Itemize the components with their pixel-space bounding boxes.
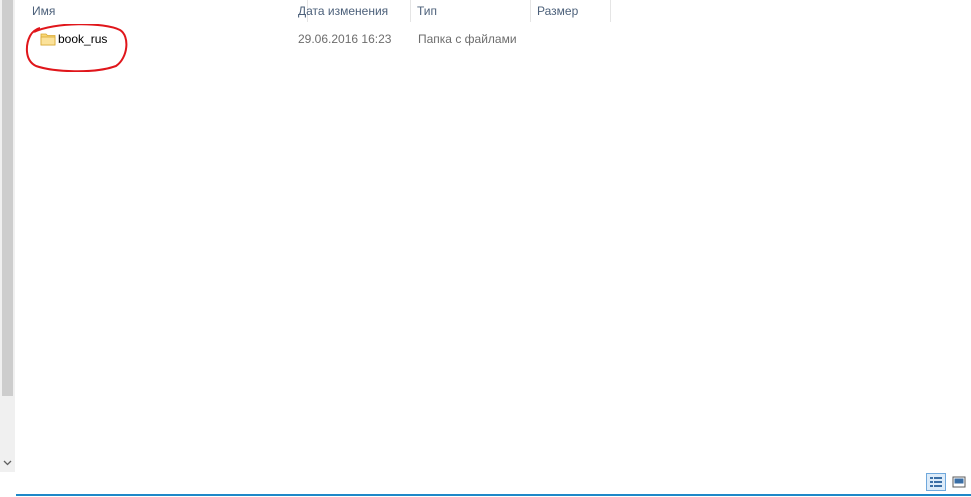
folder-icon	[40, 33, 56, 46]
file-type: Папка с файлами	[418, 32, 517, 46]
file-name[interactable]: book_rus	[58, 28, 107, 50]
status-bar	[0, 472, 971, 497]
vertical-scrollbar[interactable]	[0, 0, 15, 472]
details-view-button[interactable]	[926, 473, 946, 491]
status-divider-line	[16, 494, 971, 496]
details-view-icon	[930, 477, 942, 487]
scrollbar-thumb[interactable]	[2, 0, 13, 396]
column-header: ⌃ Имя Дата изменения Тип Размер	[16, 0, 616, 22]
file-row[interactable]: book_rus 29.06.2016 16:23 Папка с файлам…	[16, 28, 616, 50]
file-modified-date: 29.06.2016 16:23	[298, 32, 392, 46]
tiles-view-button[interactable]	[949, 473, 969, 491]
tiles-view-icon	[952, 476, 966, 488]
column-header-date[interactable]: Дата изменения	[292, 0, 411, 22]
column-header-size[interactable]: Размер	[531, 0, 611, 22]
column-header-type[interactable]: Тип	[411, 0, 531, 22]
scroll-down-arrow-icon[interactable]	[0, 456, 15, 470]
column-header-name[interactable]: Имя	[32, 0, 308, 22]
